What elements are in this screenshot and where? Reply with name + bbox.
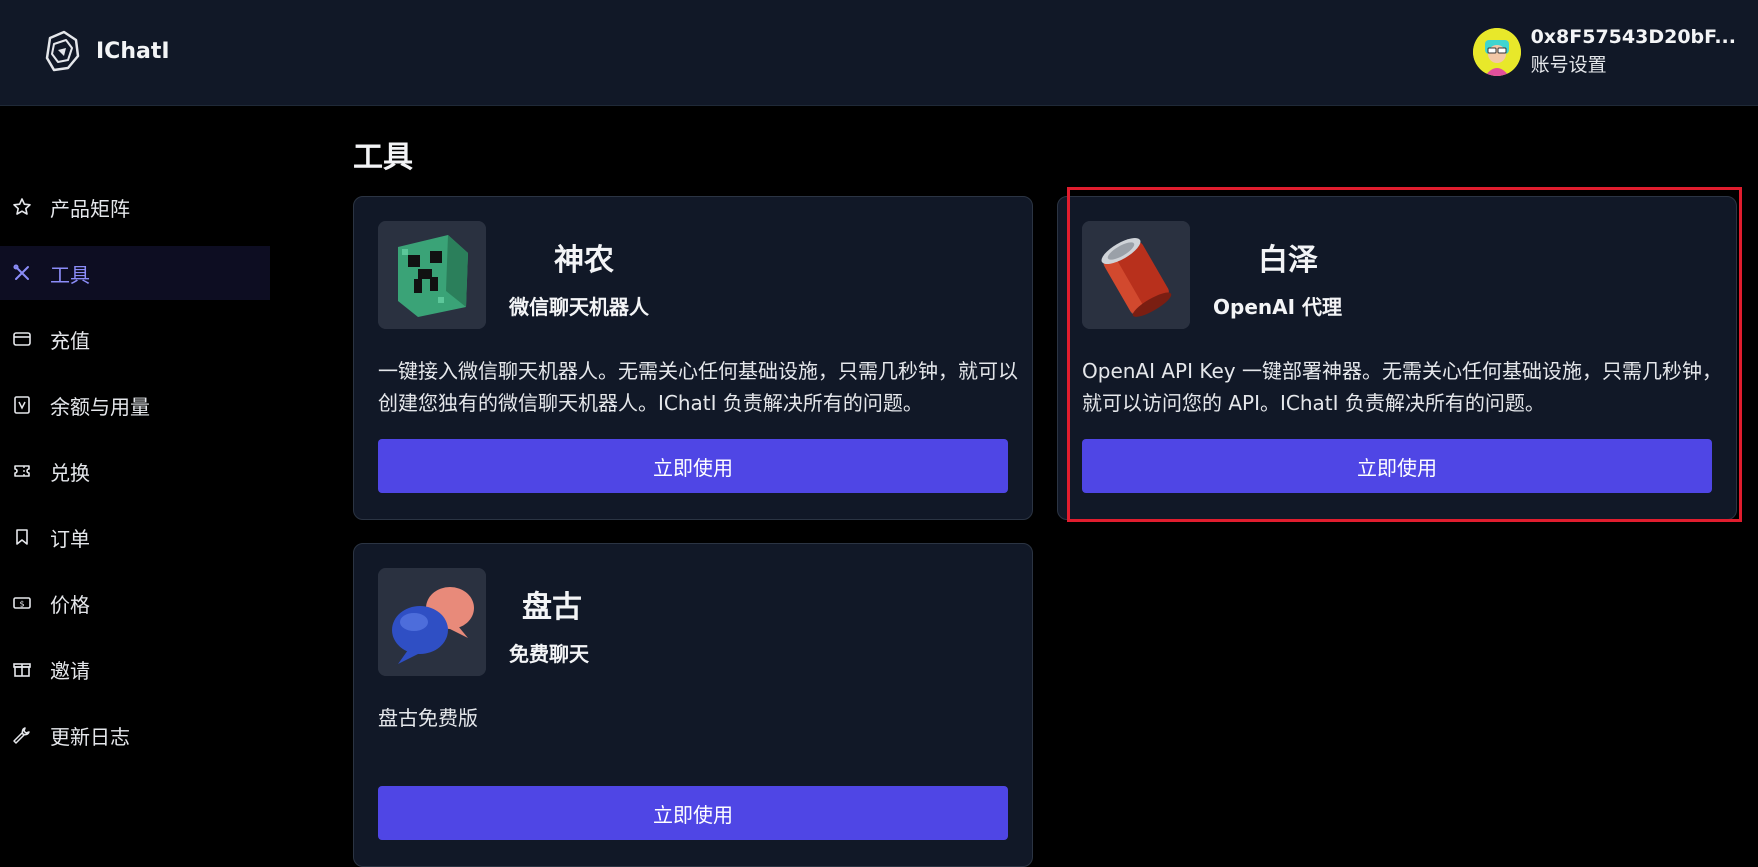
card-title: 盘古 — [522, 590, 582, 625]
main-content: 工具 神农 微信聊天机器人 一键接入微信聊天机器人。无需关心任何基础设施，只需几… — [353, 106, 1743, 867]
top-header: IChatI 0x8F57543D20bF... 账号设置 — [0, 0, 1758, 106]
sidebar: 产品矩阵工具充值余额与用量兑换订单 $ 价格邀请更新日志 — [0, 106, 270, 853]
sidebar-item-orders[interactable]: 订单 — [0, 510, 270, 564]
wrench-icon — [12, 725, 32, 745]
avatar[interactable] — [1472, 28, 1521, 76]
card-thumbnail — [1082, 221, 1190, 329]
chat-bubbles-icon — [378, 568, 486, 676]
avatar-illustration-icon — [1472, 28, 1521, 76]
sidebar-item-redeem[interactable]: 兑换 — [0, 444, 270, 498]
use-now-button[interactable]: 立即使用 — [378, 786, 1008, 840]
card-subtitle: OpenAI 代理 — [1213, 295, 1343, 319]
account-menu[interactable]: 0x8F57543D20bF... 账号设置 — [1472, 24, 1736, 80]
sidebar-item-label: 订单 — [50, 526, 90, 551]
brand-logo-icon — [45, 30, 80, 72]
tool-card-shennong: 神农 微信聊天机器人 一键接入微信聊天机器人。无需关心任何基础设施，只需几秒钟，… — [353, 196, 1033, 520]
sidebar-item-label: 余额与用量 — [50, 394, 150, 419]
card-title: 神农 — [554, 243, 614, 278]
svg-text:$: $ — [19, 600, 24, 609]
sidebar-item-label: 邀请 — [50, 658, 90, 683]
gift-icon — [12, 659, 32, 679]
sidebar-item-invite[interactable]: 邀请 — [0, 642, 270, 696]
use-now-button[interactable]: 立即使用 — [378, 439, 1008, 493]
account-address: 0x8F57543D20bF... — [1530, 26, 1736, 48]
banknote-icon: $ — [12, 593, 32, 613]
sidebar-item-label: 更新日志 — [50, 724, 130, 749]
sidebar-item-changelog[interactable]: 更新日志 — [0, 708, 270, 762]
tool-card-baize: 白泽 OpenAI 代理 OpenAI API Key 一键部署神器。无需关心任… — [1057, 196, 1737, 520]
card-description: 一键接入微信聊天机器人。无需关心任何基础设施，只需几秒钟，就可以创建您独有的微信… — [378, 359, 1018, 415]
tool-card-pangu: 盘古 免费聊天 盘古免费版 立即使用 — [353, 543, 1033, 867]
receipt-icon — [12, 395, 32, 415]
account-settings-link[interactable]: 账号设置 — [1531, 50, 1736, 80]
card-subtitle: 微信聊天机器人 — [509, 295, 649, 319]
brand[interactable]: IChatI — [42, 28, 170, 74]
tools-icon — [12, 263, 32, 283]
sidebar-item-recharge[interactable]: 充值 — [0, 312, 270, 366]
card-thumbnail — [378, 221, 486, 329]
brand-name: IChatI — [96, 38, 170, 64]
page-title: 工具 — [353, 140, 413, 175]
ticket-icon — [12, 461, 32, 481]
sidebar-item-products[interactable]: 产品矩阵 — [0, 180, 270, 234]
sidebar-item-label: 产品矩阵 — [50, 196, 130, 221]
sidebar-item-label: 工具 — [50, 262, 90, 287]
sidebar-item-label: 兑换 — [50, 460, 90, 485]
card-title: 白泽 — [1258, 243, 1318, 278]
card-thumbnail — [378, 568, 486, 676]
sidebar-item-label: 充值 — [50, 328, 90, 353]
bookmark-icon — [12, 527, 32, 547]
sidebar-item-tools[interactable]: 工具 — [0, 246, 270, 300]
use-now-button[interactable]: 立即使用 — [1082, 439, 1712, 493]
creeper-block-icon — [378, 221, 486, 329]
credit-card-icon — [12, 329, 32, 349]
red-can-icon — [1082, 221, 1190, 329]
sidebar-item-pricing[interactable]: $ 价格 — [0, 576, 270, 630]
card-description: OpenAI API Key 一键部署神器。无需关心任何基础设施，只需几秒钟，就… — [1082, 359, 1722, 415]
sidebar-item-balance-usage[interactable]: 余额与用量 — [0, 378, 270, 432]
card-subtitle: 免费聊天 — [509, 642, 589, 666]
star-icon — [12, 197, 32, 217]
sidebar-item-label: 价格 — [50, 592, 90, 617]
card-description: 盘古免费版 — [378, 706, 478, 730]
